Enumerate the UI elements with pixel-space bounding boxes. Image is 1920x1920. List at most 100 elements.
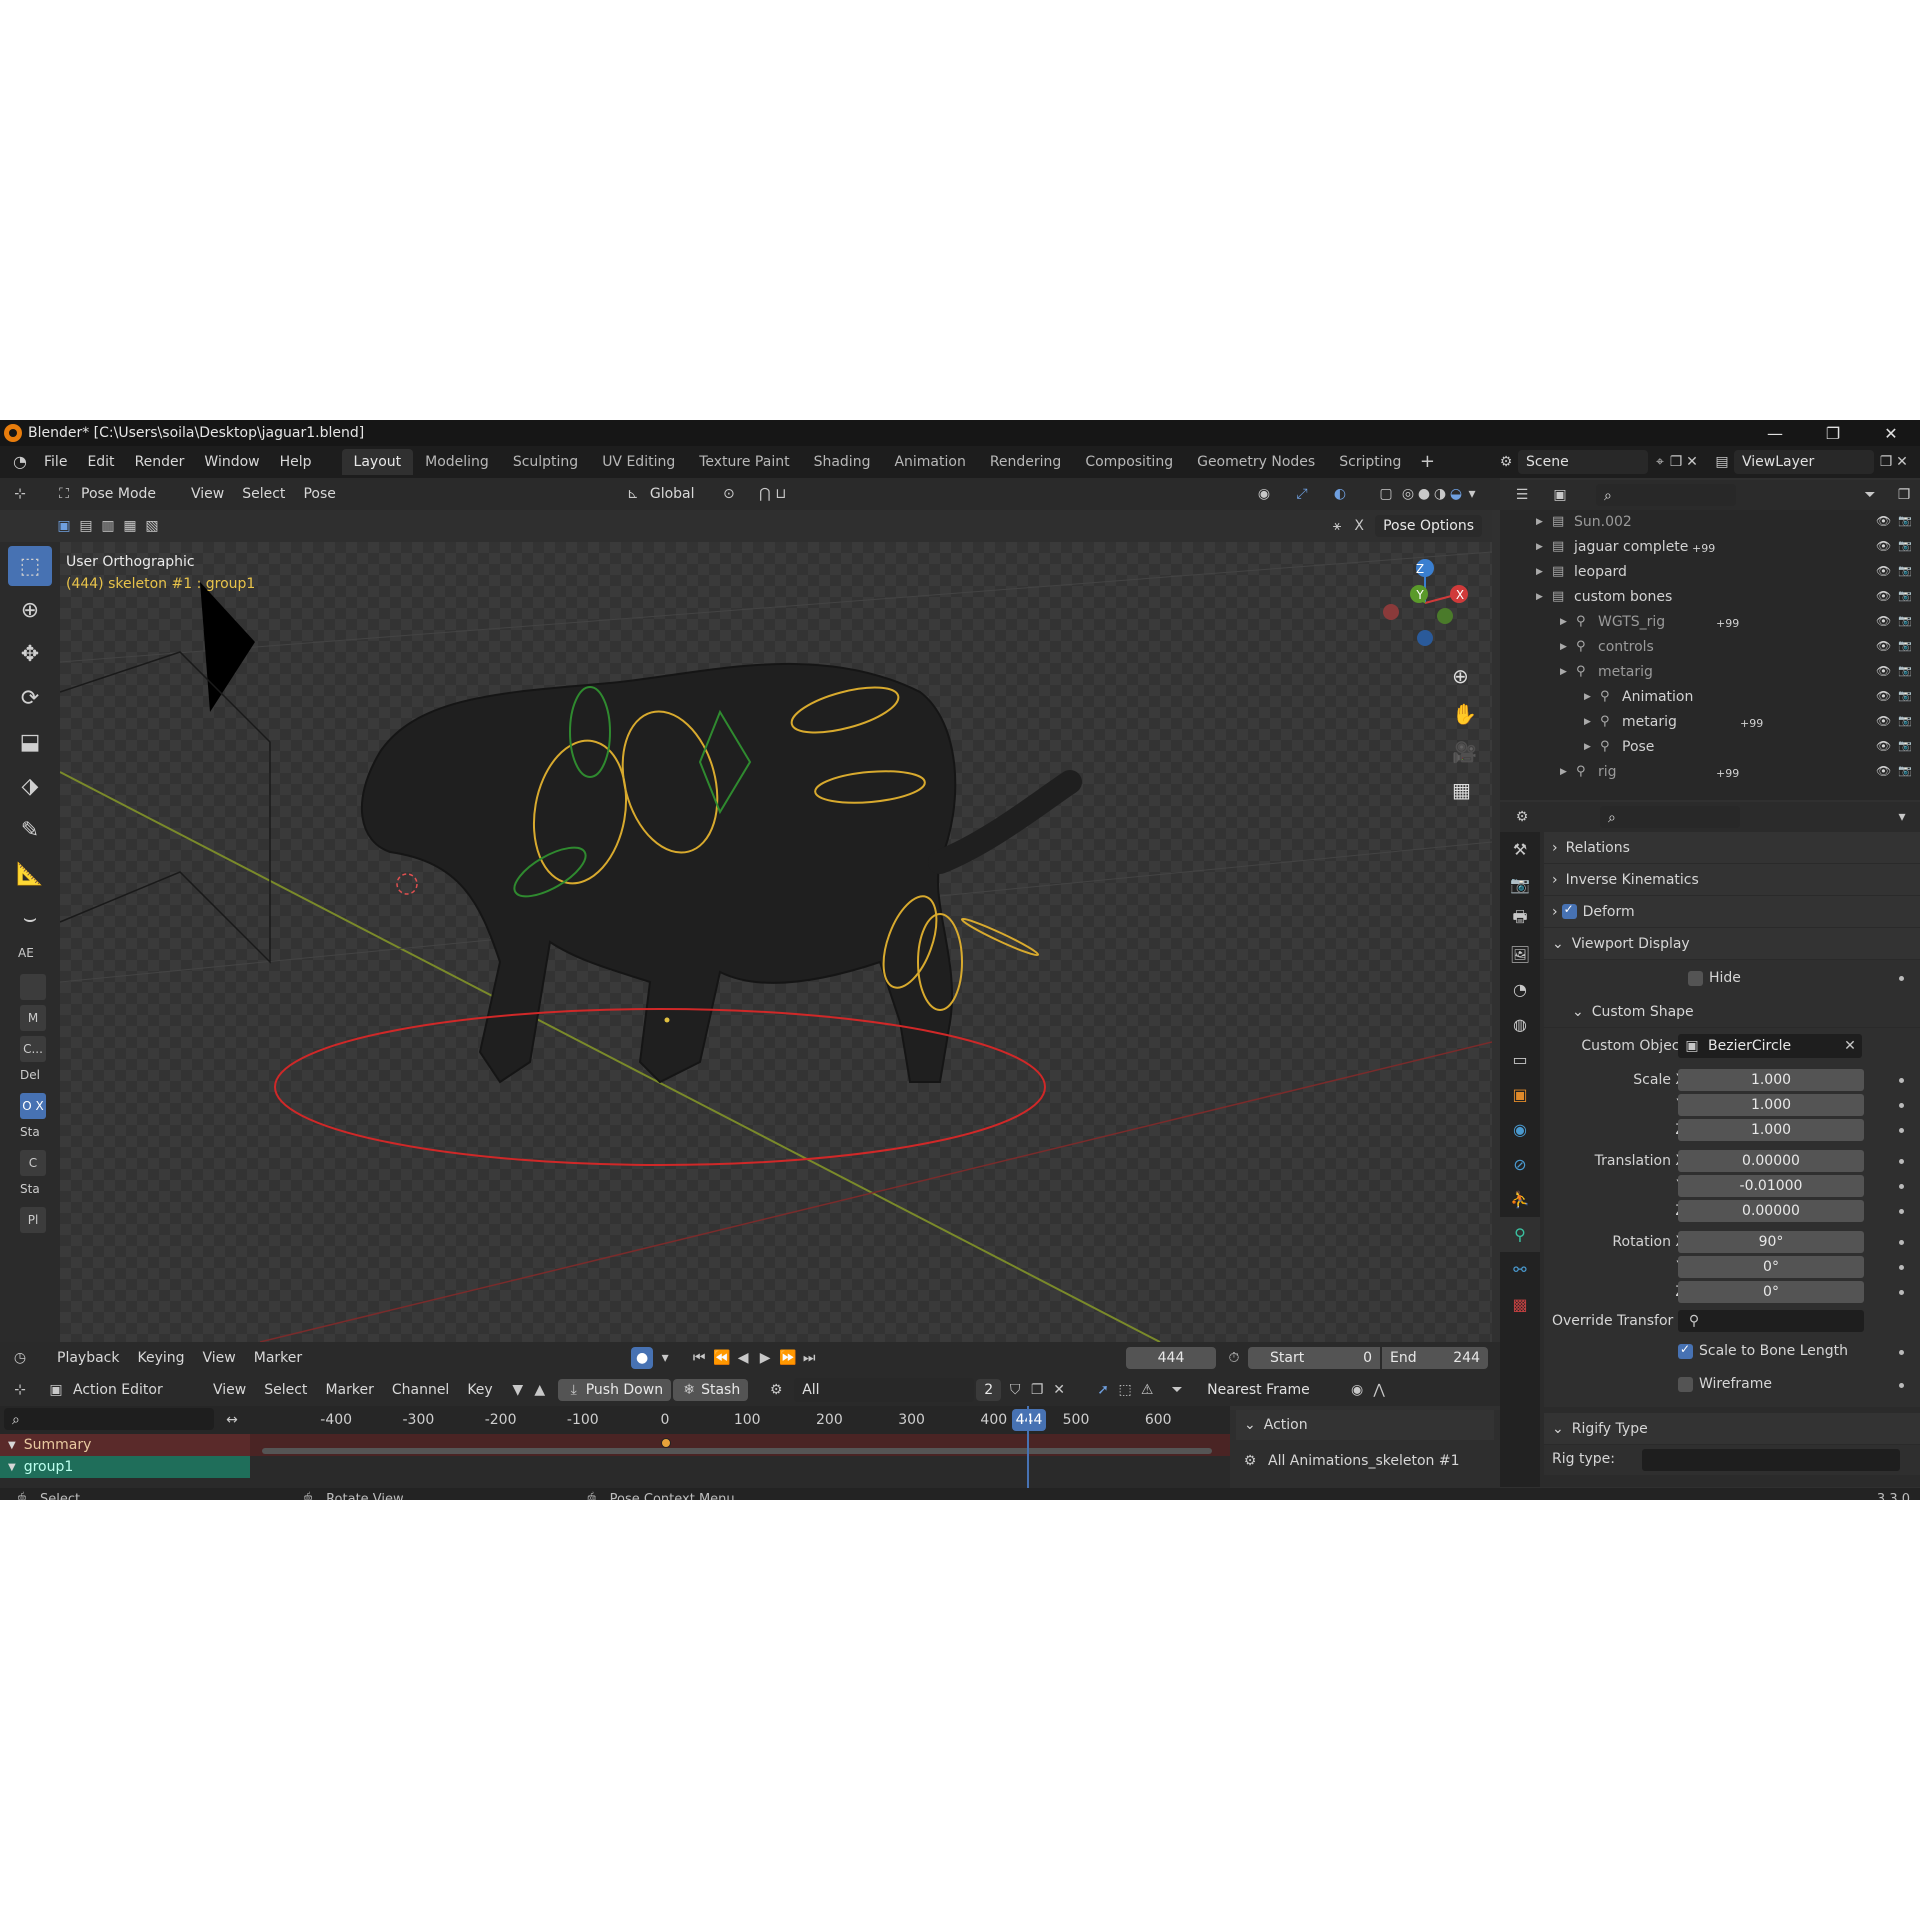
shading-solid-icon[interactable]: ● — [1416, 486, 1432, 502]
tab-constraints[interactable]: ⊘ — [1500, 1147, 1540, 1182]
override-transform-field[interactable]: ⚲ — [1678, 1310, 1864, 1332]
action-browse-icon[interactable]: ⚙ — [768, 1382, 784, 1398]
timeline-menu-view[interactable]: View — [194, 1350, 245, 1366]
overlay-toggle-icon[interactable]: ◐ — [1332, 486, 1348, 502]
translation-y-field[interactable]: -0.01000 — [1678, 1175, 1864, 1197]
menu-render[interactable]: Render — [125, 454, 195, 470]
tab-texture-paint[interactable]: Texture Paint — [687, 449, 801, 475]
preview-range-icon[interactable]: ⏱ — [1226, 1350, 1242, 1366]
start-frame-field[interactable]: Start 0 — [1248, 1347, 1380, 1369]
render-camera-icon[interactable]: 📷 — [1898, 564, 1912, 577]
expand-arrow-icon[interactable]: ▶ — [1560, 767, 1567, 777]
proportional-edit-icon[interactable]: ◉ — [1349, 1382, 1365, 1398]
rotation-x-field[interactable]: 90° — [1678, 1231, 1864, 1253]
scale-tool[interactable]: ⬓ — [8, 722, 52, 762]
tab-rendering[interactable]: Rendering — [978, 449, 1074, 475]
tab-collection[interactable]: ▭ — [1500, 1042, 1540, 1077]
properties-editor-type-icon[interactable]: ⚙ — [1514, 809, 1530, 825]
annotate-tool[interactable]: ✎ — [8, 810, 52, 850]
section-deform[interactable]: › Deform — [1544, 896, 1920, 928]
scene-icon[interactable]: ⚙ — [1498, 454, 1514, 470]
select-mode-invert-icon[interactable]: ▦ — [122, 518, 138, 534]
sidebar-channel-c2[interactable]: C — [20, 1150, 46, 1176]
render-camera-icon[interactable]: 📷 — [1898, 739, 1912, 752]
snap-target-icon[interactable]: ⊔ — [773, 486, 789, 502]
action-name-field[interactable]: All Animations_skeleton #1 — [794, 1378, 975, 1446]
play-icon[interactable]: ▶ — [757, 1350, 773, 1366]
only-errors-icon[interactable]: ⚠ — [1139, 1382, 1155, 1398]
action-panel-header[interactable]: ⌄ Action — [1236, 1410, 1494, 1440]
scale-y-field[interactable]: 1.000 — [1678, 1094, 1864, 1116]
sidebar-channel-pl[interactable]: Pl — [20, 1207, 46, 1233]
pin-scene-icon[interactable]: ⌖ — [1652, 454, 1668, 470]
outliner-row[interactable]: ▶ ▤ leopard 👁 📷 — [1500, 560, 1920, 585]
transform-tool[interactable]: ⬗ — [8, 766, 52, 806]
visibility-eye-icon[interactable]: 👁 — [1876, 714, 1891, 728]
fake-user-icon[interactable]: ⛉ — [1007, 1382, 1023, 1398]
menu-file[interactable]: File — [34, 454, 77, 470]
outliner-row[interactable]: ▶ ⚲ controls 👁 📷 — [1500, 635, 1920, 660]
expand-arrow-icon[interactable]: ▶ — [1584, 717, 1591, 727]
tab-world[interactable]: ◍ — [1500, 1007, 1540, 1042]
tab-shading[interactable]: Shading — [802, 449, 883, 475]
tab-animation[interactable]: Animation — [882, 449, 977, 475]
new-collection-icon[interactable]: ❐ — [1896, 487, 1912, 503]
jump-keyframe-back-icon[interactable]: ⏪ — [713, 1350, 730, 1366]
outliner-row[interactable]: ▶ ▤ Sun.002 👁 📷 — [1500, 510, 1920, 535]
jump-start-icon[interactable]: ⏮ — [691, 1350, 707, 1366]
visibility-eye-icon[interactable]: 👁 — [1876, 639, 1891, 653]
keyframe-dot[interactable] — [1899, 1103, 1904, 1108]
select-box-tool[interactable]: ⬚ — [8, 546, 52, 586]
keyframe-dot[interactable] — [1899, 1350, 1904, 1355]
render-camera-icon[interactable]: 📷 — [1898, 764, 1912, 777]
bone-size-tool[interactable]: ⌣ — [8, 898, 52, 938]
viewlayer-icon[interactable]: ▤ — [1714, 454, 1730, 470]
select-mode-subtract-icon[interactable]: ▥ — [100, 518, 116, 534]
visibility-eye-icon[interactable]: 👁 — [1876, 614, 1891, 628]
tab-view-layer[interactable]: 🖼 — [1500, 937, 1540, 972]
tab-object[interactable]: ▣ — [1500, 1077, 1540, 1112]
shading-options-icon[interactable]: ▾ — [1464, 486, 1480, 502]
scale-x-field[interactable]: 1.000 — [1678, 1069, 1864, 1091]
pivot-icon[interactable]: ⊙ — [721, 486, 737, 502]
visibility-eye-icon[interactable]: 👁 — [1876, 739, 1891, 753]
channel-search-input[interactable]: ⌕ — [4, 1408, 214, 1430]
stash-button[interactable]: ❄ Stash — [673, 1379, 749, 1401]
expand-arrow-icon[interactable]: ▶ — [1536, 592, 1543, 602]
render-camera-icon[interactable]: 📷 — [1898, 639, 1912, 652]
pose-options-button[interactable]: Pose Options — [1375, 515, 1482, 537]
rotation-y-field[interactable]: 0° — [1678, 1256, 1864, 1278]
dopesheet-mode-selector[interactable]: Action Editor — [64, 1382, 204, 1398]
visibility-eye-icon[interactable]: 👁 — [1876, 689, 1891, 703]
section-viewport-display[interactable]: ⌄ Viewport Display — [1544, 928, 1920, 960]
tab-texture[interactable]: ▩ — [1500, 1287, 1540, 1322]
3d-viewport[interactable]: User Orthographic (444) skeleton #1 : gr… — [60, 542, 1492, 1342]
keyframe-dot[interactable] — [1899, 976, 1904, 981]
outliner-row[interactable]: ▶ ⚲ metarig +99 👁 📷 — [1500, 710, 1920, 735]
rig-type-field[interactable] — [1642, 1449, 1900, 1471]
tab-compositing[interactable]: Compositing — [1073, 449, 1185, 475]
outliner-row[interactable]: ▶ ▤ jaguar complete +99 👁 📷 — [1500, 535, 1920, 560]
render-camera-icon[interactable]: 📷 — [1898, 664, 1912, 677]
show-hidden-icon[interactable]: ⬚ — [1117, 1382, 1133, 1398]
menu-select[interactable]: Select — [233, 486, 294, 502]
render-camera-icon[interactable]: 📷 — [1898, 539, 1912, 552]
expand-arrow-icon[interactable]: ▶ — [1536, 517, 1543, 527]
ortho-grid-icon[interactable]: ▦ — [1452, 778, 1471, 802]
snap-mode-selector[interactable]: Nearest Frame — [1199, 1378, 1340, 1402]
keyframe-dot[interactable] — [1899, 1078, 1904, 1083]
keyframe-type-icon[interactable]: ▼ — [510, 1382, 526, 1398]
visibility-eye-icon[interactable]: 👁 — [1876, 539, 1891, 553]
wireframe-checkbox[interactable] — [1678, 1376, 1693, 1392]
hide-checkbox[interactable] — [1688, 970, 1703, 986]
keyframe-dot[interactable] — [1899, 1128, 1904, 1133]
tab-bone-constraints[interactable]: ⚯ — [1500, 1252, 1540, 1287]
horizontal-scrollbar[interactable] — [262, 1448, 1212, 1454]
keyframe-dot[interactable] — [1899, 1209, 1904, 1214]
swap-icon[interactable]: ↔ — [224, 1412, 240, 1428]
group-channel[interactable]: ▼ group1 — [0, 1456, 250, 1478]
auto-keying-icon[interactable]: ● — [631, 1347, 654, 1369]
timeline-editor-type-icon[interactable]: ◷ — [12, 1350, 28, 1366]
menu-playback[interactable]: Playback — [48, 1350, 128, 1366]
action-menu-key[interactable]: Key — [458, 1382, 501, 1398]
